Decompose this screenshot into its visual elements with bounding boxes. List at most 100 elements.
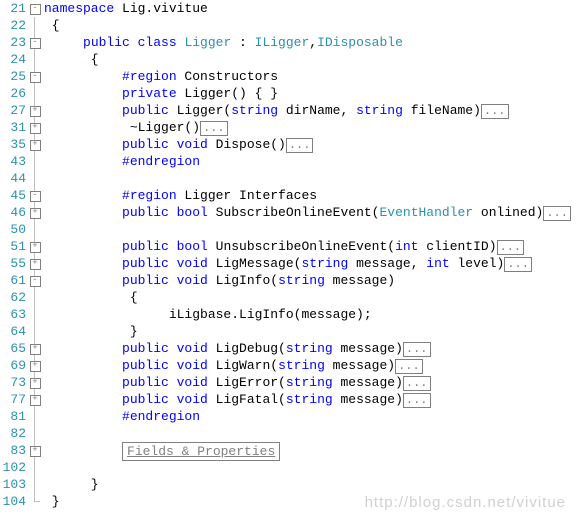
line-number: 26 [0, 85, 28, 102]
code-line[interactable]: 43 #endregion [0, 153, 578, 170]
line-number: 25 [0, 68, 28, 85]
code-line[interactable]: 24 { [0, 51, 578, 68]
fold-gutter [28, 170, 42, 187]
code-line[interactable]: 35 + public void Dispose()... [0, 136, 578, 153]
code-line[interactable]: 46 + public bool SubscribeOnlineEvent(Ev… [0, 204, 578, 221]
code-line[interactable]: 77 + public void LigFatal(string message… [0, 391, 578, 408]
line-number: 44 [0, 170, 28, 187]
collapsed-block[interactable]: ... [543, 206, 571, 221]
fold-plus-icon[interactable]: + [30, 242, 41, 253]
fold-gutter[interactable]: + [28, 442, 42, 459]
code-text: iLigbase.LigInfo(message); [42, 306, 372, 323]
fold-plus-icon[interactable]: + [30, 446, 41, 457]
fold-gutter[interactable]: - [28, 272, 42, 289]
code-text: { [42, 51, 99, 68]
code-line[interactable]: 51 + public bool UnsubscribeOnlineEvent(… [0, 238, 578, 255]
collapsed-block[interactable]: ... [504, 257, 532, 272]
fold-gutter [28, 153, 42, 170]
code-line[interactable]: 73 + public void LigError(string message… [0, 374, 578, 391]
fold-gutter [28, 476, 42, 493]
code-text: Fields & Properties [42, 442, 280, 459]
fold-gutter[interactable]: + [28, 102, 42, 119]
code-line[interactable]: 65 + public void LigDebug(string message… [0, 340, 578, 357]
fold-gutter[interactable]: + [28, 119, 42, 136]
collapsed-block[interactable]: ... [200, 121, 228, 136]
fold-plus-icon[interactable]: + [30, 140, 41, 151]
code-line[interactable]: 45 - #region Ligger Interfaces [0, 187, 578, 204]
code-line[interactable]: 82 [0, 425, 578, 442]
code-editor[interactable]: 21 - namespace Lig.vivitue 22 { 23 - pub… [0, 0, 578, 510]
fold-plus-icon[interactable]: + [30, 259, 41, 270]
fold-gutter[interactable]: + [28, 238, 42, 255]
code-line[interactable]: 22 { [0, 17, 578, 34]
code-line[interactable]: 102 [0, 459, 578, 476]
fold-gutter[interactable]: + [28, 374, 42, 391]
fold-gutter[interactable]: + [28, 204, 42, 221]
fold-gutter [28, 459, 42, 476]
line-number: 24 [0, 51, 28, 68]
fold-gutter [28, 289, 42, 306]
code-text: public bool SubscribeOnlineEvent(EventHa… [42, 204, 571, 221]
fold-gutter[interactable]: + [28, 136, 42, 153]
fold-plus-icon[interactable]: + [30, 378, 41, 389]
fold-minus-icon[interactable]: - [30, 72, 41, 83]
collapsed-block[interactable]: ... [481, 104, 509, 119]
fold-minus-icon[interactable]: - [30, 38, 41, 49]
fold-plus-icon[interactable]: + [30, 344, 41, 355]
code-line[interactable]: 23 - public class Ligger : ILigger,IDisp… [0, 34, 578, 51]
fold-gutter [28, 51, 42, 68]
line-number: 81 [0, 408, 28, 425]
collapsed-block[interactable]: ... [286, 138, 314, 153]
code-line[interactable]: 26 private Ligger() { } [0, 85, 578, 102]
fold-plus-icon[interactable]: + [30, 123, 41, 134]
code-line[interactable]: 64 } [0, 323, 578, 340]
line-number: 63 [0, 306, 28, 323]
line-number: 69 [0, 357, 28, 374]
fold-plus-icon[interactable]: + [30, 208, 41, 219]
code-text: public void LigDebug(string message)... [42, 340, 431, 357]
code-text: { [42, 17, 60, 34]
code-line[interactable]: 62 { [0, 289, 578, 306]
code-line[interactable]: 25 - #region Constructors [0, 68, 578, 85]
fold-minus-icon[interactable]: - [30, 276, 41, 287]
code-text: { [42, 289, 138, 306]
code-line[interactable]: 63 iLigbase.LigInfo(message); [0, 306, 578, 323]
code-line[interactable]: 44 [0, 170, 578, 187]
fold-plus-icon[interactable]: + [30, 106, 41, 117]
code-line[interactable]: 81 #endregion [0, 408, 578, 425]
fold-gutter[interactable]: + [28, 255, 42, 272]
fold-gutter [28, 85, 42, 102]
collapsed-block[interactable]: ... [403, 393, 431, 408]
fold-plus-icon[interactable]: + [30, 361, 41, 372]
code-line[interactable]: 83 + Fields & Properties [0, 442, 578, 459]
fold-gutter[interactable]: + [28, 357, 42, 374]
code-line[interactable]: 27 + public Ligger(string dirName, strin… [0, 102, 578, 119]
code-line[interactable]: 61 - public void LigInfo(string message) [0, 272, 578, 289]
fold-gutter[interactable]: + [28, 340, 42, 357]
collapsed-block[interactable]: ... [395, 359, 423, 374]
collapsed-block[interactable]: ... [403, 376, 431, 391]
code-line[interactable]: 21 - namespace Lig.vivitue [0, 0, 578, 17]
line-number: 61 [0, 272, 28, 289]
code-text: public class Ligger : ILigger,IDisposabl… [42, 34, 403, 51]
code-line[interactable]: 69 + public void LigWarn(string message)… [0, 357, 578, 374]
fold-plus-icon[interactable]: + [30, 395, 41, 406]
fold-gutter[interactable]: - [28, 68, 42, 85]
fold-minus-icon[interactable]: - [30, 4, 41, 15]
collapsed-block[interactable]: ... [403, 342, 431, 357]
code-text: #region Constructors [42, 68, 278, 85]
code-text: } [42, 493, 60, 510]
fold-gutter[interactable]: - [28, 0, 42, 17]
code-line[interactable]: 55 + public void LigMessage(string messa… [0, 255, 578, 272]
fold-gutter[interactable]: + [28, 391, 42, 408]
line-number: 46 [0, 204, 28, 221]
collapsed-block[interactable]: ... [497, 240, 525, 255]
fold-gutter[interactable]: - [28, 187, 42, 204]
fold-minus-icon[interactable]: - [30, 191, 41, 202]
code-line[interactable]: 50 [0, 221, 578, 238]
code-line[interactable]: 103 } [0, 476, 578, 493]
line-number: 102 [0, 459, 28, 476]
line-number: 35 [0, 136, 28, 153]
code-line[interactable]: 31 + ~Ligger()... [0, 119, 578, 136]
fold-gutter[interactable]: - [28, 34, 42, 51]
